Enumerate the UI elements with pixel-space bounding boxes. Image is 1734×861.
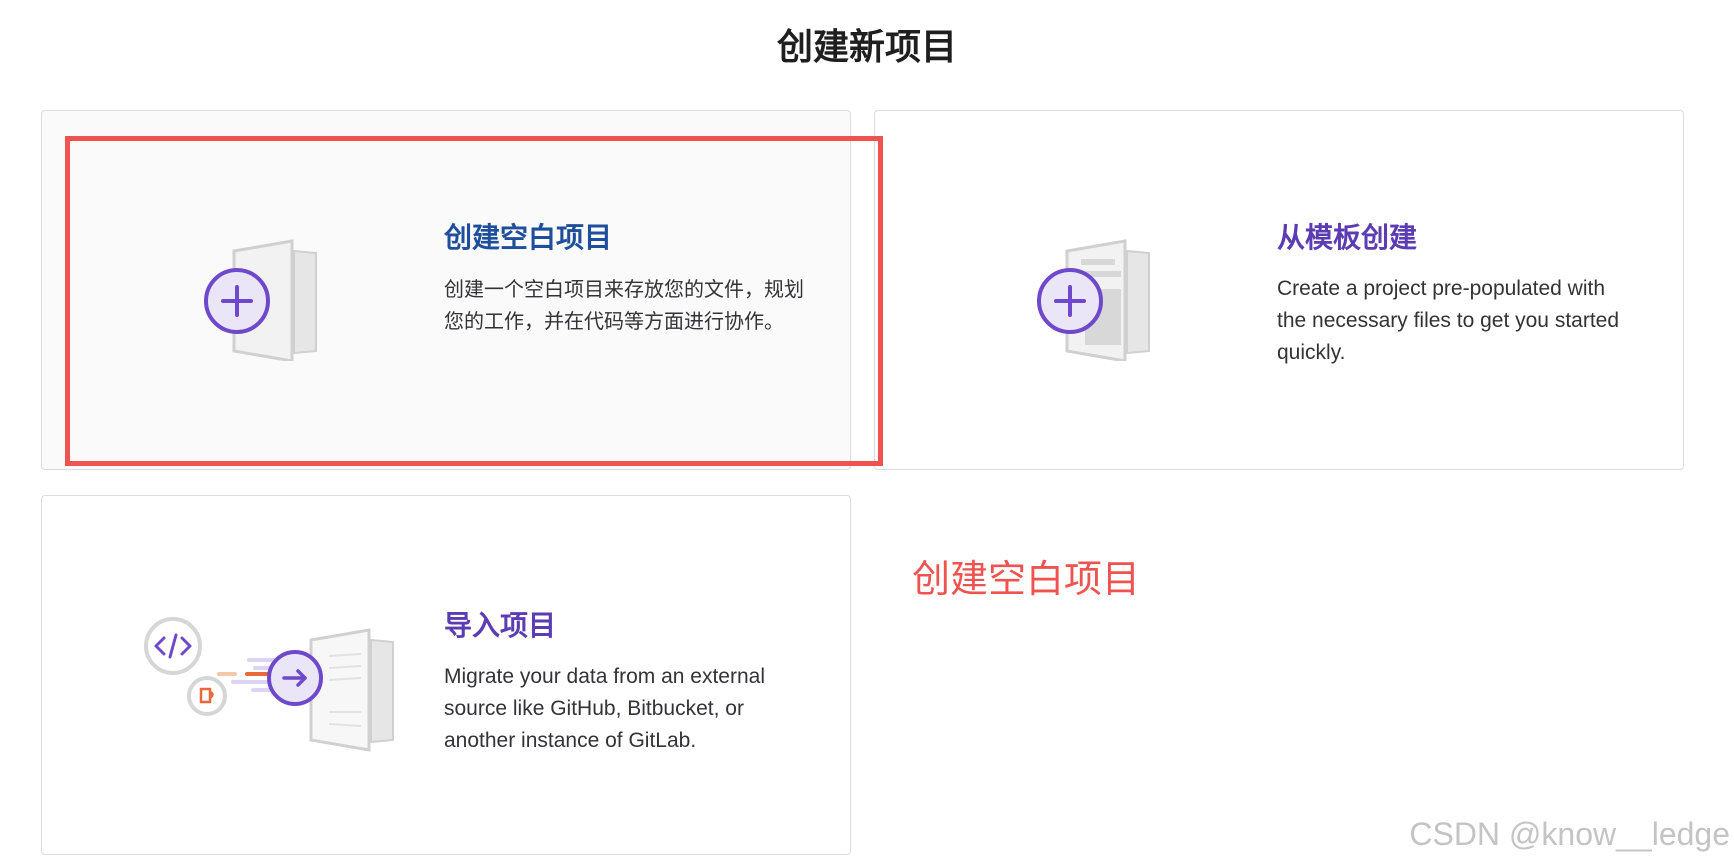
card-description: 创建一个空白项目来存放您的文件，规划您的工作，并在代码等方面进行协作。	[444, 276, 804, 333]
source-icon	[187, 676, 227, 716]
template-project-illustration	[1037, 239, 1150, 361]
import-project-illustration	[144, 617, 394, 752]
create-blank-project-card[interactable]: 创建空白项目 创建一个空白项目来存放您的文件，规划您的工作，并在代码等方面进行协…	[41, 110, 851, 470]
card-title[interactable]: 导入项目	[444, 609, 804, 643]
import-project-card[interactable]: 导入项目 Migrate your data from an external …	[41, 495, 851, 855]
annotation-label: 创建空白项目	[912, 557, 1141, 601]
page-title: 创建新项目	[776, 27, 957, 68]
page: 创建新项目 创建空白项目 创建一个空白项目来存放您的文件，规划您的工作，并在代码…	[0, 0, 1734, 861]
watermark: CSDN @know__ledge	[1409, 816, 1730, 852]
card-description: Migrate your data from an external sourc…	[444, 664, 765, 752]
plus-icon	[1037, 268, 1103, 334]
create-from-template-card[interactable]: 从模板创建 Create a project pre-populated wit…	[874, 110, 1684, 470]
code-icon	[144, 617, 202, 675]
arrow-right-icon	[267, 650, 323, 706]
plus-icon	[204, 268, 270, 334]
card-description: Create a project pre-populated with the …	[1277, 276, 1620, 364]
card-title[interactable]: 从模板创建	[1277, 221, 1637, 255]
document-pages-icon	[309, 628, 394, 752]
blank-project-illustration	[204, 239, 317, 361]
card-title[interactable]: 创建空白项目	[444, 221, 804, 255]
